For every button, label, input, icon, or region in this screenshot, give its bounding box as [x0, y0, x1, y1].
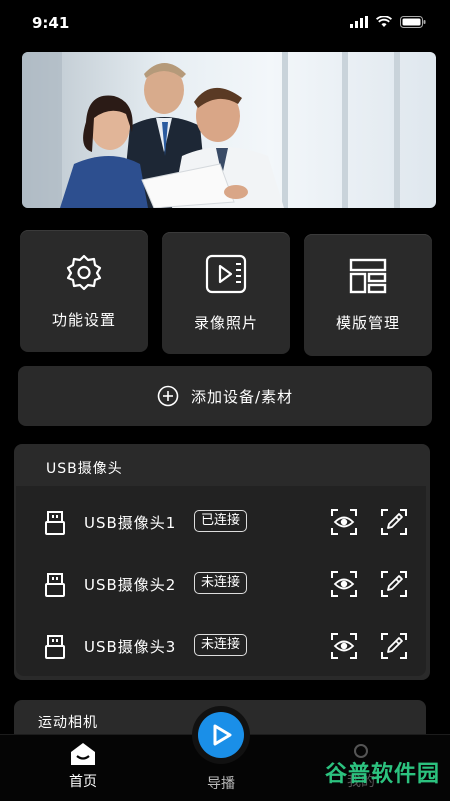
camera-name: USB摄像头1 — [84, 514, 177, 532]
status-time: 9:41 — [32, 14, 70, 32]
tile-function-settings[interactable]: 功能设置 — [20, 230, 148, 352]
tile-template-management[interactable]: 模版管理 — [304, 234, 432, 356]
preview-eye-icon[interactable] — [330, 508, 358, 536]
watermark-logo: 谷普软件园 — [324, 762, 440, 787]
status-bar: 9:41 — [0, 0, 450, 46]
tab-broadcast[interactable]: 导播 — [196, 773, 246, 793]
edit-pencil-icon[interactable] — [380, 632, 408, 660]
gear-icon — [66, 254, 102, 290]
usb-camera-panel: USB摄像头 USB摄像头1 已连接 USB摄像头2 未连接 USB摄像头3 未… — [14, 444, 430, 680]
edit-pencil-icon[interactable] — [380, 508, 408, 536]
battery-icon — [400, 16, 426, 28]
status-badge: 未连接 — [194, 634, 248, 656]
tab-home-label: 首页 — [69, 774, 97, 790]
add-device-button[interactable]: 添加设备/素材 — [18, 366, 432, 426]
home-icon — [71, 743, 95, 765]
camera-name: USB摄像头2 — [84, 576, 177, 594]
business-team-illustration — [22, 52, 400, 208]
usb-plug-icon — [45, 573, 65, 597]
preview-eye-icon[interactable] — [330, 570, 358, 598]
tab-home[interactable]: 首页 — [58, 741, 108, 791]
camera-row[interactable]: USB摄像头1 已连接 — [16, 502, 426, 542]
status-icons — [350, 16, 426, 28]
motion-section-title: 运动相机 — [38, 715, 98, 731]
tab-broadcast-label: 导播 — [207, 776, 235, 792]
video-file-icon — [205, 254, 247, 293]
camera-row[interactable]: USB摄像头3 未连接 — [16, 626, 426, 666]
camera-name: USB摄像头3 — [84, 638, 177, 656]
add-device-label: 添加设备/素材 — [190, 387, 294, 406]
preview-eye-icon[interactable] — [330, 632, 358, 660]
usb-camera-list: USB摄像头1 已连接 USB摄像头2 未连接 USB摄像头3 未连接 — [16, 486, 426, 676]
banner-photo[interactable] — [22, 52, 436, 208]
play-icon — [213, 724, 232, 746]
broadcast-play-button[interactable] — [192, 706, 250, 764]
tile-label: 录像照片 — [193, 313, 258, 332]
play-button-circle — [198, 712, 244, 758]
edit-pencil-icon[interactable] — [380, 570, 408, 598]
template-layout-icon — [349, 258, 387, 293]
tile-label: 功能设置 — [51, 310, 116, 329]
tile-label: 模版管理 — [335, 313, 400, 332]
signal-icon — [350, 16, 368, 28]
plus-circle-icon — [157, 385, 179, 407]
status-badge: 未连接 — [194, 572, 248, 594]
status-badge: 已连接 — [194, 510, 248, 532]
usb-plug-icon — [45, 511, 65, 535]
tile-recordings-photos[interactable]: 录像照片 — [162, 232, 290, 354]
usb-plug-icon — [45, 635, 65, 659]
usb-section-title: USB摄像头 — [46, 461, 123, 477]
wifi-icon — [376, 16, 392, 27]
camera-row[interactable]: USB摄像头2 未连接 — [16, 564, 426, 604]
